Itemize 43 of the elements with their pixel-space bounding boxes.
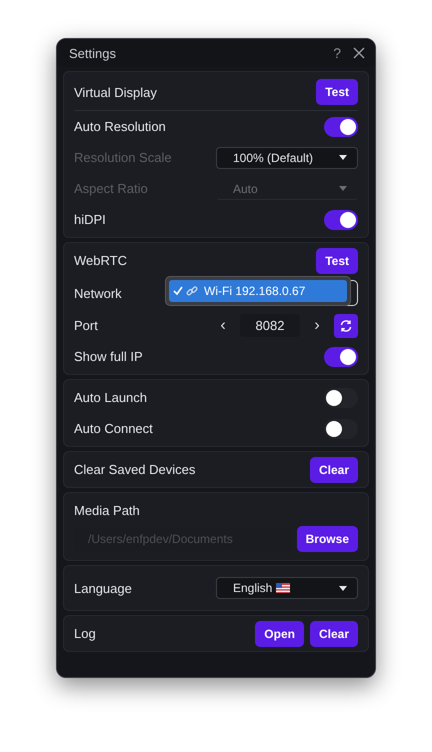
menu-item[interactable]: Wi-Fi 192.168.0.67 <box>169 280 347 302</box>
setting-label: WebRTC <box>74 253 127 268</box>
action-button[interactable]: Test <box>316 79 358 105</box>
toggle-switch[interactable] <box>324 418 358 438</box>
port-field[interactable]: 8082 <box>240 314 300 337</box>
link-icon <box>186 285 198 297</box>
setting-label: Auto Launch <box>74 390 148 405</box>
action-button[interactable]: Test <box>316 248 358 274</box>
caret-icon <box>339 155 347 160</box>
toggle-switch[interactable] <box>324 388 358 408</box>
refresh-icon <box>339 318 353 332</box>
close-icon[interactable] <box>353 47 365 59</box>
setting-label: hiDPI <box>74 212 106 227</box>
caret-icon <box>339 186 347 191</box>
toggle-switch[interactable] <box>324 210 358 230</box>
previous-button[interactable]: ‹ <box>212 316 234 334</box>
setting-label: Resolution Scale <box>74 150 172 165</box>
setting-label: Show full IP <box>74 349 143 364</box>
setting-label: Media Path <box>74 503 140 518</box>
setting-label: Language <box>74 580 132 596</box>
refresh-button[interactable] <box>334 314 358 338</box>
flag-icon <box>276 583 290 593</box>
caret-icon <box>339 586 347 590</box>
check-icon <box>173 286 183 296</box>
action-button[interactable]: Open <box>255 620 304 646</box>
setting-label: Log <box>74 626 96 641</box>
action-button[interactable]: Clear <box>310 620 358 646</box>
dropdown[interactable]: English <box>216 577 358 599</box>
next-button[interactable]: › <box>306 316 328 334</box>
setting-label: Auto Connect <box>74 421 153 436</box>
setting-label: Virtual Display <box>74 84 157 100</box>
action-button[interactable]: Clear <box>310 456 358 482</box>
setting-label: Aspect Ratio <box>74 181 148 196</box>
window-title: Settings <box>69 46 117 60</box>
setting-label: Auto Resolution <box>74 119 166 134</box>
toggle-switch[interactable] <box>324 116 358 136</box>
help-button[interactable]: ? <box>333 45 341 61</box>
setting-label: Port <box>74 318 98 333</box>
language-value: English <box>233 581 272 595</box>
toggle-switch[interactable] <box>324 346 358 366</box>
setting-label: Clear Saved Devices <box>74 462 196 477</box>
setting-label: Network <box>74 286 122 300</box>
action-button[interactable]: Browse <box>296 526 358 552</box>
